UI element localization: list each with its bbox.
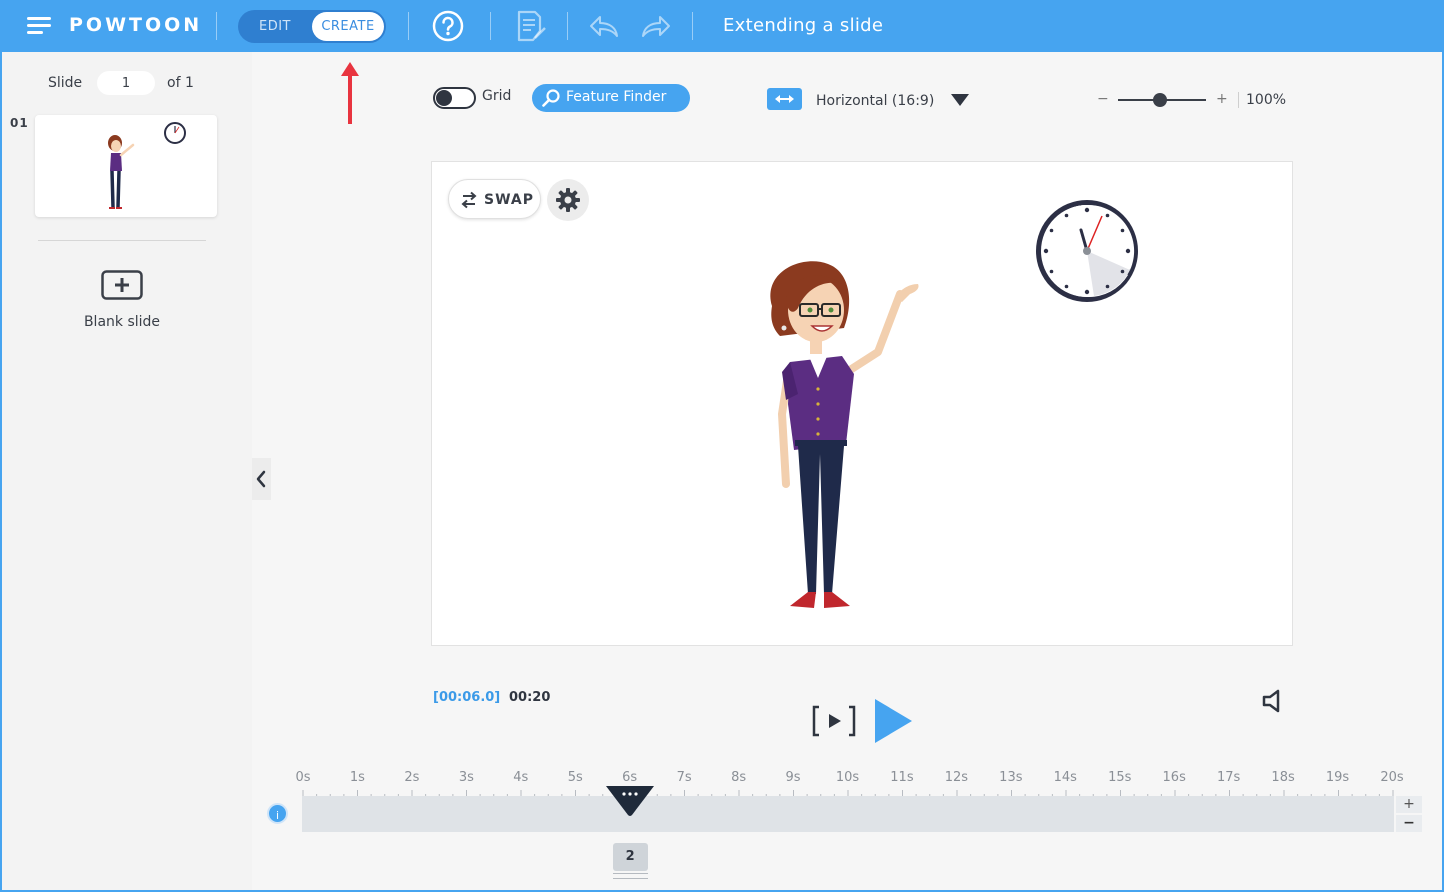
feature-finder-button[interactable]: Feature Finder <box>532 84 690 112</box>
search-icon <box>542 89 560 107</box>
timeline-tick-label: 14s <box>1053 770 1077 785</box>
slide-canvas[interactable]: SWAP <box>432 162 1292 645</box>
slide-count-label: of 1 <box>167 75 194 91</box>
toolbar-divider <box>490 12 491 40</box>
play-icon[interactable] <box>872 697 914 745</box>
chevron-left-icon <box>256 470 266 488</box>
total-duration: 00:20 <box>509 690 551 705</box>
timeline-tick-label: 10s <box>835 770 860 785</box>
timeline-tick-label: 17s <box>1216 770 1241 785</box>
edit-mode-button[interactable]: EDIT <box>238 10 312 43</box>
timeline: 0s 1s 2s 3s 4s 5s 6s 7s 8s 9s 10s 11s 12s 13s 14s 15s 16… <box>0 760 1444 890</box>
swap-label: SWAP <box>484 192 534 208</box>
horizontal-arrows-icon <box>775 95 794 103</box>
redo-icon[interactable] <box>640 10 672 42</box>
timeline-tick-label: 9s <box>785 770 801 785</box>
gear-icon <box>556 188 580 212</box>
swap-arrows-icon <box>461 191 477 209</box>
timeline-zoom-in-button[interactable]: + <box>1396 796 1422 813</box>
top-bar: POWTOON EDIT CREATE Extending a slide <box>0 0 1444 52</box>
zoom-out-button[interactable]: − <box>1097 91 1109 107</box>
timeline-track[interactable] <box>302 796 1394 832</box>
mode-toggle: EDIT CREATE <box>238 10 386 43</box>
timeline-tick-label: 19s <box>1325 770 1350 785</box>
settings-button[interactable] <box>547 179 589 221</box>
zoom-divider <box>1238 92 1239 108</box>
zoom-in-button[interactable]: + <box>1216 91 1228 107</box>
caret-down-icon[interactable] <box>950 93 970 107</box>
feature-finder-label: Feature Finder <box>566 89 667 105</box>
presentation-title[interactable]: Extending a slide <box>723 15 883 36</box>
timeline-tick-label: 18s <box>1271 770 1295 785</box>
slide-number-input[interactable] <box>97 71 155 95</box>
slide-marker[interactable]: 2 <box>612 843 648 871</box>
add-slide-icon <box>101 270 143 300</box>
slide-thumbnail-number: 01 <box>10 116 29 130</box>
volume-icon[interactable] <box>1260 688 1286 714</box>
timeline-tick-label: 1s <box>349 770 365 785</box>
timeline-tick-label: 12s <box>944 770 969 785</box>
blank-slide-label: Blank slide <box>83 314 161 330</box>
slide-thumbnail-preview <box>108 122 186 209</box>
play-scene-icon[interactable] <box>811 704 857 738</box>
current-time: [00:06.0] <box>433 690 501 705</box>
timeline-tick-label: 13s <box>999 770 1023 785</box>
timeline-tick-label: 6s <box>622 770 638 785</box>
notes-icon[interactable] <box>515 10 547 42</box>
add-blank-slide-button[interactable]: Blank slide <box>62 270 182 340</box>
aspect-ratio-label[interactable]: Horizontal (16:9) <box>816 93 934 109</box>
timeline-tick-label: 5s <box>567 770 583 785</box>
toolbar-divider <box>216 12 217 40</box>
clock-graphic[interactable] <box>1034 198 1140 304</box>
timeline-zoom-out-button[interactable]: − <box>1396 815 1422 832</box>
slide-label: Slide <box>48 75 83 91</box>
grid-toggle[interactable] <box>433 87 476 109</box>
timeline-info-icon[interactable]: i <box>267 803 288 824</box>
timeline-tick-label: 0s <box>295 770 311 785</box>
sidebar-divider <box>38 240 206 241</box>
timeline-tick-label: 4s <box>513 770 529 785</box>
swap-button[interactable]: SWAP <box>448 179 541 219</box>
timeline-tick-label: 7s <box>676 770 692 785</box>
zoom-level: 100% <box>1246 92 1287 108</box>
timeline-playhead[interactable] <box>604 784 656 818</box>
grid-label: Grid <box>482 88 512 104</box>
toolbar-divider <box>692 12 693 40</box>
powtoon-logo: POWTOON <box>69 14 203 36</box>
timeline-tick-label: 16s <box>1162 770 1186 785</box>
timeline-tick-label: 20s <box>1380 770 1404 785</box>
zoom-slider-handle[interactable] <box>1153 93 1167 107</box>
timeline-tick-label: 15s <box>1108 770 1132 785</box>
slide-thumbnail[interactable] <box>35 115 217 217</box>
aspect-ratio-button[interactable] <box>767 88 802 110</box>
red-arrow-annotation <box>341 62 359 124</box>
timeline-tick-label: 11s <box>890 770 914 785</box>
woman-character[interactable] <box>750 254 930 614</box>
toolbar-divider <box>408 12 409 40</box>
collapse-sidebar-button[interactable] <box>252 458 271 500</box>
hamburger-menu-icon[interactable] <box>27 16 51 36</box>
toggle-knob <box>436 90 452 106</box>
undo-icon[interactable] <box>588 10 620 42</box>
create-mode-button[interactable]: CREATE <box>312 12 384 41</box>
timeline-tick-label: 3s <box>458 770 474 785</box>
timeline-tick-label: 8s <box>731 770 747 785</box>
help-circle-icon[interactable] <box>432 10 464 42</box>
slide-marker-handle[interactable] <box>612 873 648 879</box>
timeline-tick-label: 2s <box>404 770 420 785</box>
toolbar-divider <box>567 12 568 40</box>
